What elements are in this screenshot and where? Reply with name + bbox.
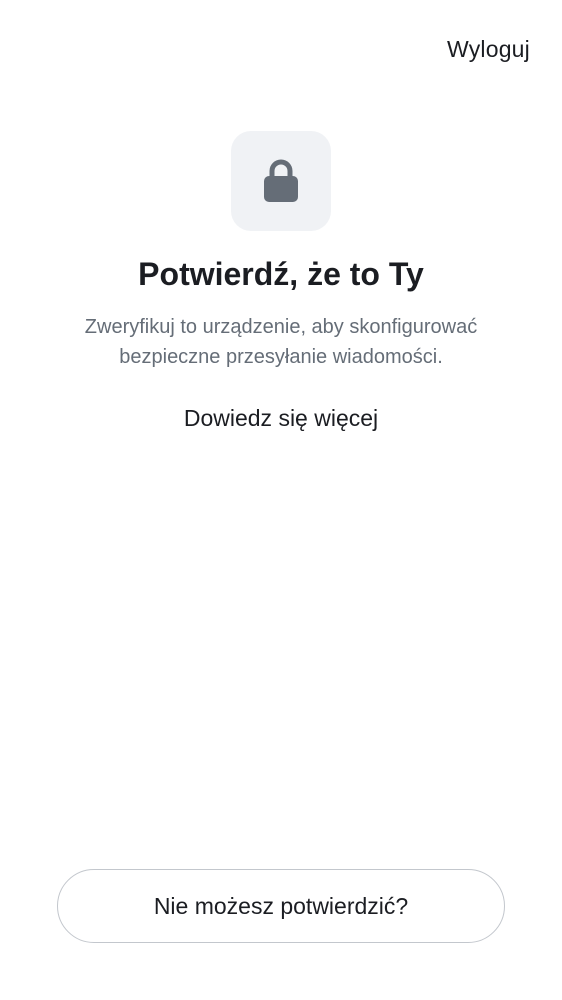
cant-confirm-button[interactable]: Nie możesz potwierdzić? <box>57 869 505 943</box>
lock-icon <box>264 159 298 202</box>
page-subtitle: Zweryfikuj to urządzenie, aby skonfiguro… <box>50 312 512 372</box>
page-title: Potwierdź, że to Ty <box>138 256 424 292</box>
lock-tile <box>231 131 331 231</box>
learn-more-link[interactable]: Dowiedz się więcej <box>0 405 562 432</box>
subtitle-line-2: bezpieczne przesyłanie wiadomości. <box>119 346 443 368</box>
signout-link[interactable]: Wyloguj <box>447 36 530 63</box>
subtitle-line-1: Zweryfikuj to urządzenie, aby skonfiguro… <box>84 316 478 338</box>
